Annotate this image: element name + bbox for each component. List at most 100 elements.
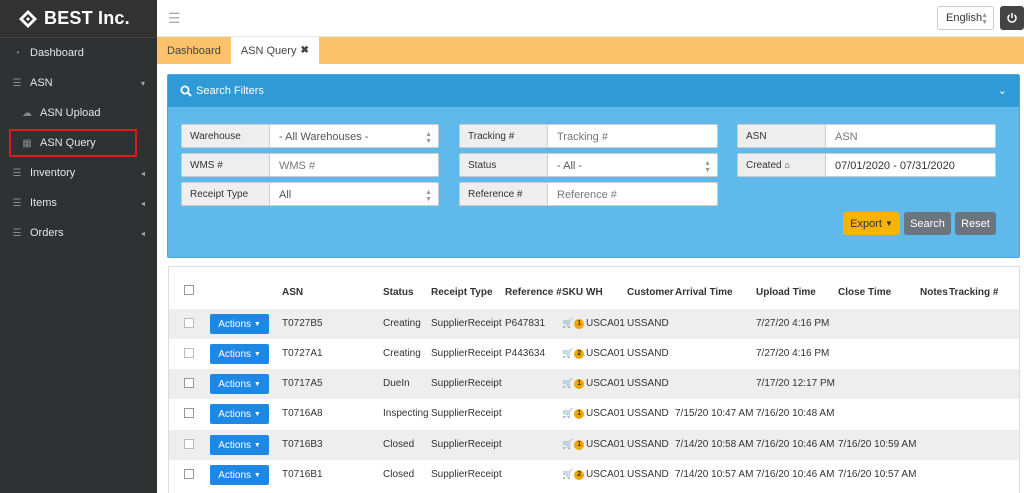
created-date-range[interactable]: Created ⌂ 07/01/2020 - 07/31/2020 xyxy=(737,153,996,177)
actions-button[interactable]: Actions ▼ xyxy=(210,314,269,334)
actions-button[interactable]: Actions ▼ xyxy=(210,374,269,394)
cell-asn[interactable]: T0716B3 xyxy=(282,439,323,450)
table-row[interactable]: Actions ▼ T0716B1 Closed SupplierReceipt… xyxy=(169,460,1019,490)
receipt-type-value-text: All xyxy=(279,189,292,201)
dashboard-icon: ◔ xyxy=(13,47,21,59)
chevron-left-icon: ◂ xyxy=(140,198,145,208)
cell-upload-time: 7/17/20 12:17 PM xyxy=(756,378,835,389)
row-checkbox[interactable] xyxy=(184,408,194,418)
asn-input[interactable]: ASN xyxy=(826,125,995,147)
tracking-field[interactable]: Tracking # Tracking # xyxy=(459,124,718,148)
col-header-asn[interactable]: ASN xyxy=(282,287,303,298)
cell-sku[interactable]: 🛒 2 xyxy=(562,348,585,359)
caret-down-icon: ▼ xyxy=(253,380,261,388)
language-select[interactable]: English ▲ ▼ xyxy=(937,6,994,30)
col-header-receipt-type[interactable]: Receipt Type xyxy=(431,287,493,298)
actions-button[interactable]: Actions ▼ xyxy=(210,435,269,455)
reset-label: Reset xyxy=(961,217,990,230)
row-checkbox[interactable] xyxy=(184,378,194,388)
cell-wh: USCA01 xyxy=(586,439,625,450)
cell-receipt-type: SupplierReceipt xyxy=(431,348,502,359)
sidebar-item-orders[interactable]: ☰ Orders ◂ xyxy=(0,218,157,248)
col-header-notes[interactable]: Notes xyxy=(920,287,948,298)
row-checkbox[interactable] xyxy=(184,439,194,449)
row-checkbox[interactable] xyxy=(184,348,194,358)
table-row[interactable]: Actions ▼ T0717A5 DueIn SupplierReceipt … xyxy=(169,369,1019,399)
tab-label: ASN Query xyxy=(240,44,297,57)
sidebar-item-asn-upload[interactable]: ☁ ASN Upload xyxy=(0,98,157,128)
select-arrows-icon: ▲ ▼ xyxy=(425,189,432,203)
cell-receipt-type: SupplierReceipt xyxy=(431,469,502,480)
table-row[interactable]: Actions ▼ T0727A1 Creating SupplierRecei… xyxy=(169,339,1019,369)
search-filters-header[interactable]: Search Filters ⌄ xyxy=(168,75,1019,107)
close-icon[interactable]: ✖ xyxy=(300,45,308,56)
tab-dashboard[interactable]: Dashboard xyxy=(157,37,231,64)
export-button[interactable]: Export ▼ xyxy=(843,212,900,235)
cell-wh: USCA01 xyxy=(586,348,625,359)
cell-asn[interactable]: T0716B1 xyxy=(282,469,323,480)
sidebar-item-items[interactable]: ☰ Items ◂ xyxy=(0,188,157,218)
actions-button[interactable]: Actions ▼ xyxy=(210,404,269,424)
actions-button[interactable]: Actions ▼ xyxy=(210,344,269,364)
tracking-input[interactable]: Tracking # xyxy=(548,125,717,147)
cell-reference: P443634 xyxy=(505,348,546,359)
status-select[interactable]: Status - All - ▲ ▼ xyxy=(459,153,718,177)
cell-asn[interactable]: T0716A8 xyxy=(282,408,323,419)
hamburger-menu-icon[interactable]: ☰ xyxy=(168,10,181,27)
cell-asn[interactable]: T0727A1 xyxy=(282,348,323,359)
cell-sku[interactable]: 🛒 1 xyxy=(562,439,585,450)
brand-name: BEST Inc. xyxy=(44,8,130,28)
col-header-sku[interactable]: SKU xyxy=(562,287,583,298)
brand[interactable]: BEST Inc. xyxy=(0,0,157,37)
sidebar-item-inventory[interactable]: ☰ Inventory ◂ xyxy=(0,158,157,188)
table-row[interactable]: Actions ▼ T0716B3 Closed SupplierReceipt… xyxy=(169,430,1019,460)
sidebar-item-asn-query[interactable]: ▦ ASN Query xyxy=(0,128,157,158)
cell-sku[interactable]: 🛒 1 xyxy=(562,378,585,389)
table-row[interactable]: Actions ▼ T0716A8 Inspecting SupplierRec… xyxy=(169,399,1019,429)
power-button[interactable] xyxy=(1000,6,1024,30)
cart-icon: 🛒 xyxy=(562,439,574,449)
cell-sku[interactable]: 🛒 1 xyxy=(562,318,585,329)
warehouse-select[interactable]: Warehouse - All Warehouses - ▲ ▼ xyxy=(181,124,439,148)
wms-input[interactable]: WMS # xyxy=(270,154,438,176)
table-row[interactable]: Actions ▼ T0727B5 Creating SupplierRecei… xyxy=(169,309,1019,339)
cell-receipt-type: SupplierReceipt xyxy=(431,318,502,329)
col-header-customer[interactable]: Customer xyxy=(627,287,674,298)
wms-field[interactable]: WMS # WMS # xyxy=(181,153,439,177)
sidebar-item-dashboard[interactable]: ◔ Dashboard xyxy=(0,38,157,68)
col-header-upload-time[interactable]: Upload Time xyxy=(756,287,816,298)
reference-input[interactable]: Reference # xyxy=(548,183,717,205)
cell-close-time: 7/16/20 10:57 AM xyxy=(838,469,917,480)
receipt-type-select[interactable]: Receipt Type All ▲ ▼ xyxy=(181,182,439,206)
tab-bar: Dashboard ASN Query ✖ xyxy=(157,37,1024,64)
col-header-close-time[interactable]: Close Time xyxy=(838,287,891,298)
cell-asn[interactable]: T0717A5 xyxy=(282,378,323,389)
col-header-tracking[interactable]: Tracking # xyxy=(949,287,998,298)
select-all-checkbox[interactable] xyxy=(184,285,194,295)
col-header-reference[interactable]: Reference # xyxy=(505,287,562,298)
actions-label: Actions xyxy=(218,469,252,481)
cell-customer: USSAND xyxy=(627,348,669,359)
cell-sku[interactable]: 🛒 1 xyxy=(562,408,585,419)
tab-asn-query[interactable]: ASN Query ✖ xyxy=(230,37,319,64)
created-input[interactable]: 07/01/2020 - 07/31/2020 xyxy=(826,154,995,176)
col-header-status[interactable]: Status xyxy=(383,287,414,298)
sidebar-item-asn[interactable]: ☰ ASN ▾ xyxy=(0,68,157,98)
reference-field[interactable]: Reference # Reference # xyxy=(459,182,718,206)
asn-field[interactable]: ASN ASN xyxy=(737,124,996,148)
cell-sku[interactable]: 🛒 2 xyxy=(562,469,585,480)
best-logo-icon xyxy=(18,9,38,29)
search-icon xyxy=(180,85,192,97)
col-header-wh[interactable]: WH xyxy=(586,287,603,298)
tracking-label: Tracking # xyxy=(460,125,548,147)
chevron-down-icon[interactable]: ⌄ xyxy=(998,84,1007,97)
cell-asn[interactable]: T0727B5 xyxy=(282,318,323,329)
row-checkbox[interactable] xyxy=(184,318,194,328)
actions-button[interactable]: Actions ▼ xyxy=(210,465,269,485)
sku-count-badge: 2 xyxy=(574,348,585,359)
row-checkbox[interactable] xyxy=(184,469,194,479)
reset-button[interactable]: Reset xyxy=(955,212,996,235)
col-header-arrival-time[interactable]: Arrival Time xyxy=(675,287,733,298)
status-label: Status xyxy=(460,154,548,176)
search-button[interactable]: Search xyxy=(904,212,951,235)
